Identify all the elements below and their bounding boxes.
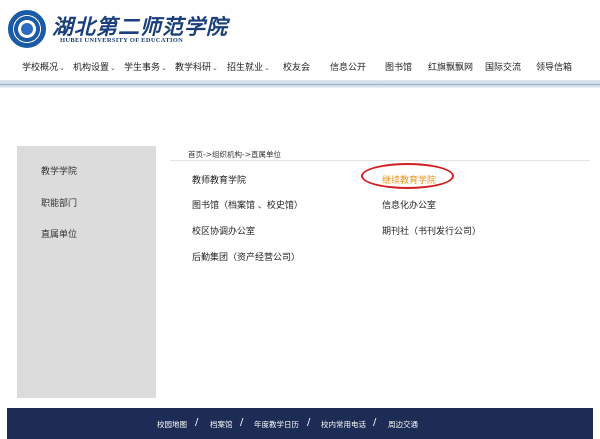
unit-link-library[interactable]: 图书馆（档案馆 、校史馆） — [192, 198, 303, 211]
nav-item-admission[interactable]: 招生就业⌄ — [227, 60, 270, 73]
footer-link-campus-phones[interactable]: 校内常用电话 — [321, 419, 366, 430]
chevron-down-icon: ⌄ — [264, 64, 270, 72]
sidebar: 教学学院 职能部门 直属单位 — [17, 146, 156, 398]
footer-link-campus-map[interactable]: 校园地图 — [157, 419, 187, 430]
footer-separator: / — [307, 417, 311, 428]
sidebar-item-affiliated-units[interactable]: 直属单位 — [41, 227, 77, 240]
site-header: 湖北第二师范学院 HUBEI UNIVERSITY OF EDUCATION — [0, 0, 600, 56]
nav-item-info-disclosure[interactable]: 信息公开 — [330, 60, 366, 73]
sidebar-item-teaching-colleges[interactable]: 教学学院 — [41, 164, 77, 177]
nav-item-international[interactable]: 国际交流 — [485, 60, 521, 73]
nav-item-leader-mailbox[interactable]: 领导信箱 — [536, 60, 572, 73]
unit-link-logistics-group[interactable]: 后勤集团（资产经营公司） — [192, 250, 300, 263]
nav-item-red-flag-site[interactable]: 红旗飘飘网 — [428, 60, 473, 73]
nav-item-organization[interactable]: 机构设置⌄ — [73, 60, 116, 73]
main-nav: 学校概况⌄ 机构设置⌄ 学生事务⌄ 教学科研⌄ 招生就业⌄ 校友会 信息公开 图… — [0, 56, 600, 80]
unit-link-campus-coordination[interactable]: 校区协调办公室 — [192, 224, 255, 237]
breadcrumb[interactable]: 首页->组织机构->直属单位 — [188, 149, 281, 160]
university-seal-logo-icon[interactable] — [8, 10, 46, 48]
annotation-circle — [361, 163, 454, 189]
nav-item-overview[interactable]: 学校概况⌄ — [22, 60, 65, 73]
banner-wave-line — [0, 84, 600, 85]
chevron-down-icon: ⌄ — [59, 64, 65, 72]
nav-item-alumni[interactable]: 校友会 — [283, 60, 310, 73]
sidebar-item-functional-departments[interactable]: 职能部门 — [41, 196, 77, 209]
nav-item-teaching-research[interactable]: 教学科研⌄ — [175, 60, 218, 73]
unit-link-journal-press[interactable]: 期刊社（书刊发行公司） — [382, 224, 481, 237]
nav-item-student-affairs[interactable]: 学生事务⌄ — [124, 60, 167, 73]
unit-link-it-office[interactable]: 信息化办公室 — [382, 198, 436, 211]
footer-link-nearby-transport[interactable]: 周边交通 — [388, 419, 418, 430]
chevron-down-icon: ⌄ — [212, 64, 218, 72]
footer-link-archives[interactable]: 档案馆 — [210, 419, 233, 430]
logo-english-name[interactable]: HUBEI UNIVERSITY OF EDUCATION — [60, 37, 183, 44]
site-footer: 校园地图 / 档案馆 / 年度教学日历 / 校内常用电话 / 周边交通 — [7, 408, 593, 439]
footer-link-teaching-calendar[interactable]: 年度教学日历 — [254, 419, 299, 430]
breadcrumb-divider — [170, 160, 590, 161]
footer-separator: / — [195, 417, 199, 428]
nav-item-library[interactable]: 图书馆 — [385, 60, 412, 73]
chevron-down-icon: ⌄ — [161, 64, 167, 72]
footer-separator: / — [373, 417, 377, 428]
footer-separator: / — [240, 417, 244, 428]
unit-link-teacher-education[interactable]: 教师教育学院 — [192, 173, 246, 186]
chevron-down-icon: ⌄ — [110, 64, 116, 72]
